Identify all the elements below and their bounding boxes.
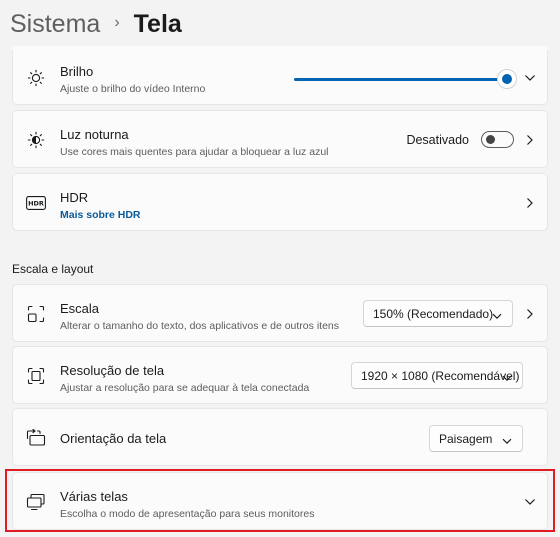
multiple-displays-card[interactable]: Várias telas Escolha o modo de apresenta…	[12, 472, 548, 530]
brightness-subtitle: Ajuste o brilho do vídeo Interno	[60, 83, 206, 95]
hdr-title: HDR	[60, 190, 89, 205]
chevron-right-icon[interactable]	[523, 307, 537, 321]
orientation-dropdown-value: Paisagem	[439, 431, 493, 446]
resolution-dropdown-value: 1920 × 1080 (Recomendável)	[361, 368, 520, 383]
svg-text:HDR: HDR	[28, 200, 44, 208]
resolution-card: Resolução de tela Ajustar a resolução pa…	[12, 346, 548, 404]
scale-dropdown-value: 150% (Recomendado)	[373, 306, 494, 321]
breadcrumb-separator: ›	[114, 14, 120, 31]
orientation-title: Orientação da tela	[60, 431, 167, 446]
brightness-slider-track[interactable]	[294, 78, 506, 81]
orientation-icon	[26, 428, 46, 448]
multiple-displays-subtitle: Escolha o modo de apresentação para seus…	[60, 508, 315, 520]
hdr-icon: HDR	[26, 193, 46, 213]
chevron-down-icon	[502, 371, 512, 385]
scale-card[interactable]: Escala Alterar o tamanho do texto, dos a…	[12, 284, 548, 342]
night-light-subtitle: Use cores mais quentes para ajudar a blo…	[60, 146, 329, 158]
sun-icon	[26, 68, 46, 88]
resolution-title: Resolução de tela	[60, 363, 165, 378]
resolution-dropdown[interactable]: 1920 × 1080 (Recomendável)	[351, 362, 523, 389]
brightness-title: Brilho	[60, 64, 94, 79]
section-label-scale-layout: Escala e layout	[12, 262, 94, 276]
chevron-right-icon[interactable]	[523, 133, 537, 147]
orientation-dropdown[interactable]: Paisagem	[429, 425, 523, 452]
chevron-down-icon	[492, 309, 502, 323]
chevron-down-icon	[502, 434, 512, 448]
night-light-toggle-label: Desativado	[406, 133, 469, 147]
scale-dropdown[interactable]: 150% (Recomendado)	[363, 300, 513, 327]
brightness-card: Brilho Ajuste o brilho do vídeo Interno	[12, 48, 548, 105]
half-sun-icon	[26, 130, 46, 150]
orientation-card: Orientação da tela Paisagem	[12, 408, 548, 466]
page-title: Tela	[133, 9, 182, 38]
multiple-displays-title: Várias telas	[60, 489, 128, 504]
resolution-icon	[26, 366, 46, 386]
scroll-edge	[12, 46, 548, 50]
scale-icon	[26, 304, 46, 324]
chevron-down-icon[interactable]	[523, 495, 537, 509]
hdr-learn-more-link[interactable]: Mais sobre HDR	[60, 209, 141, 221]
resolution-subtitle: Ajustar a resolução para se adequar à te…	[60, 382, 310, 394]
night-light-card[interactable]: Luz noturna Use cores mais quentes para …	[12, 110, 548, 168]
chevron-right-icon[interactable]	[523, 196, 537, 210]
hdr-card[interactable]: HDR HDR Mais sobre HDR	[12, 173, 548, 231]
scale-title: Escala	[60, 301, 100, 316]
breadcrumb: Sistema › Tela	[10, 6, 182, 42]
night-light-title: Luz noturna	[60, 127, 129, 142]
scale-subtitle: Alterar o tamanho do texto, dos aplicati…	[60, 320, 339, 332]
breadcrumb-sistema[interactable]: Sistema	[10, 10, 100, 39]
multiple-displays-icon	[26, 492, 46, 512]
brightness-slider-thumb[interactable]	[497, 69, 517, 89]
chevron-down-icon[interactable]	[523, 71, 537, 85]
night-light-toggle[interactable]	[481, 131, 514, 148]
